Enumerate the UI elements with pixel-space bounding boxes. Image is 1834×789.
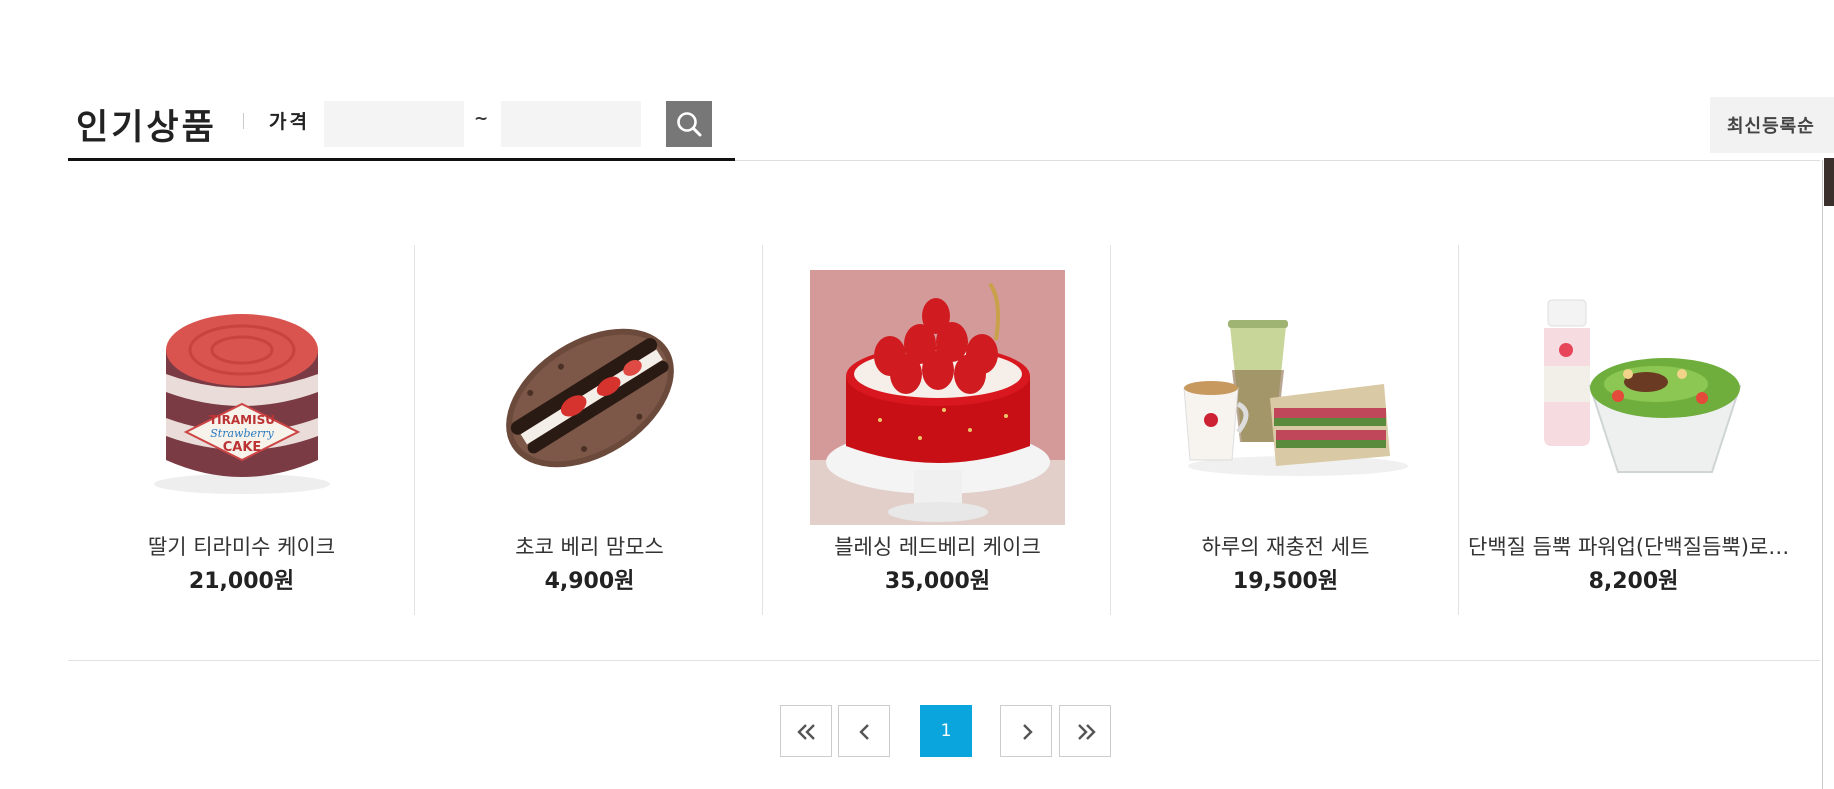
product-name[interactable]: 딸기 티라미수 케이크 [68,531,415,561]
price-range-separator: ~ [474,109,489,129]
title-divider [243,113,244,129]
double-chevron-left-icon [797,724,815,740]
product-card[interactable]: 초코 베리 맘모스 4,900원 [416,245,763,615]
product-card[interactable]: 하루의 재충전 세트 19,500원 [1112,245,1459,615]
sort-newest-button[interactable]: 최신등록순 [1710,97,1834,153]
price-min-input[interactable] [324,101,464,147]
product-card[interactable]: 블레싱 레드베리 케이크 35,000원 [764,245,1111,615]
product-image-protein-salad[interactable] [1506,270,1761,525]
product-name[interactable]: 하루의 재충전 세트 [1112,531,1459,561]
card-divider [414,245,415,615]
price-filter-label: 가격 [269,111,310,133]
product-image-blessing-redberry-cake[interactable] [810,270,1065,525]
product-list-divider [68,660,1820,661]
product-card[interactable]: 단백질 듬뿍 파워업(단백질듬뿍)로스... 8,200원 [1460,245,1807,615]
card-divider [1458,245,1459,615]
price-max-input[interactable] [501,101,641,147]
product-image-strawberry-tiramisu-cake[interactable]: TIRAMISU Strawberry CAKE [114,270,369,525]
product-name[interactable]: 초코 베리 맘모스 [416,531,763,561]
product-price: 35,000원 [884,569,991,594]
page-title: 인기상품 [76,108,217,148]
cake-label-strawberry: Strawberry [210,427,274,440]
search-icon [677,112,702,137]
scrollbar-track [1822,160,1823,789]
price-search-button[interactable] [666,101,712,147]
header-divider-line [735,160,1820,161]
product-list: TIRAMISU Strawberry CAKE 딸기 티라미수 케이크 21,… [68,245,1820,615]
product-image-choco-berry-mammoth[interactable] [462,270,717,525]
cake-label-cake: CAKE [223,440,262,455]
scrollbar-thumb[interactable] [1824,158,1834,206]
product-price: 21,000원 [188,569,295,594]
pagination-page-1[interactable]: 1 [920,705,972,757]
product-name[interactable]: 블레싱 레드베리 케이크 [764,531,1111,561]
card-divider [1110,245,1111,615]
card-divider [762,245,763,615]
product-price: 8,200원 [1588,569,1679,594]
cake-label-tiramisu: TIRAMISU [209,413,275,427]
popular-products-header: 인기상품 가격 ~ [68,95,735,161]
pagination-last-button[interactable] [1059,705,1111,757]
chevron-left-icon [859,724,869,740]
product-price: 19,500원 [1232,569,1339,594]
pagination-prev-button[interactable] [838,705,890,757]
pagination-next-button[interactable] [1000,705,1052,757]
product-image-recharge-set[interactable] [1158,270,1413,525]
pagination-first-button[interactable] [780,705,832,757]
product-name[interactable]: 단백질 듬뿍 파워업(단백질듬뿍)로스... [1460,531,1807,561]
product-card[interactable]: TIRAMISU Strawberry CAKE 딸기 티라미수 케이크 21,… [68,245,415,615]
double-chevron-right-icon [1078,724,1096,740]
product-price: 4,900원 [544,569,635,594]
chevron-right-icon [1023,724,1033,740]
